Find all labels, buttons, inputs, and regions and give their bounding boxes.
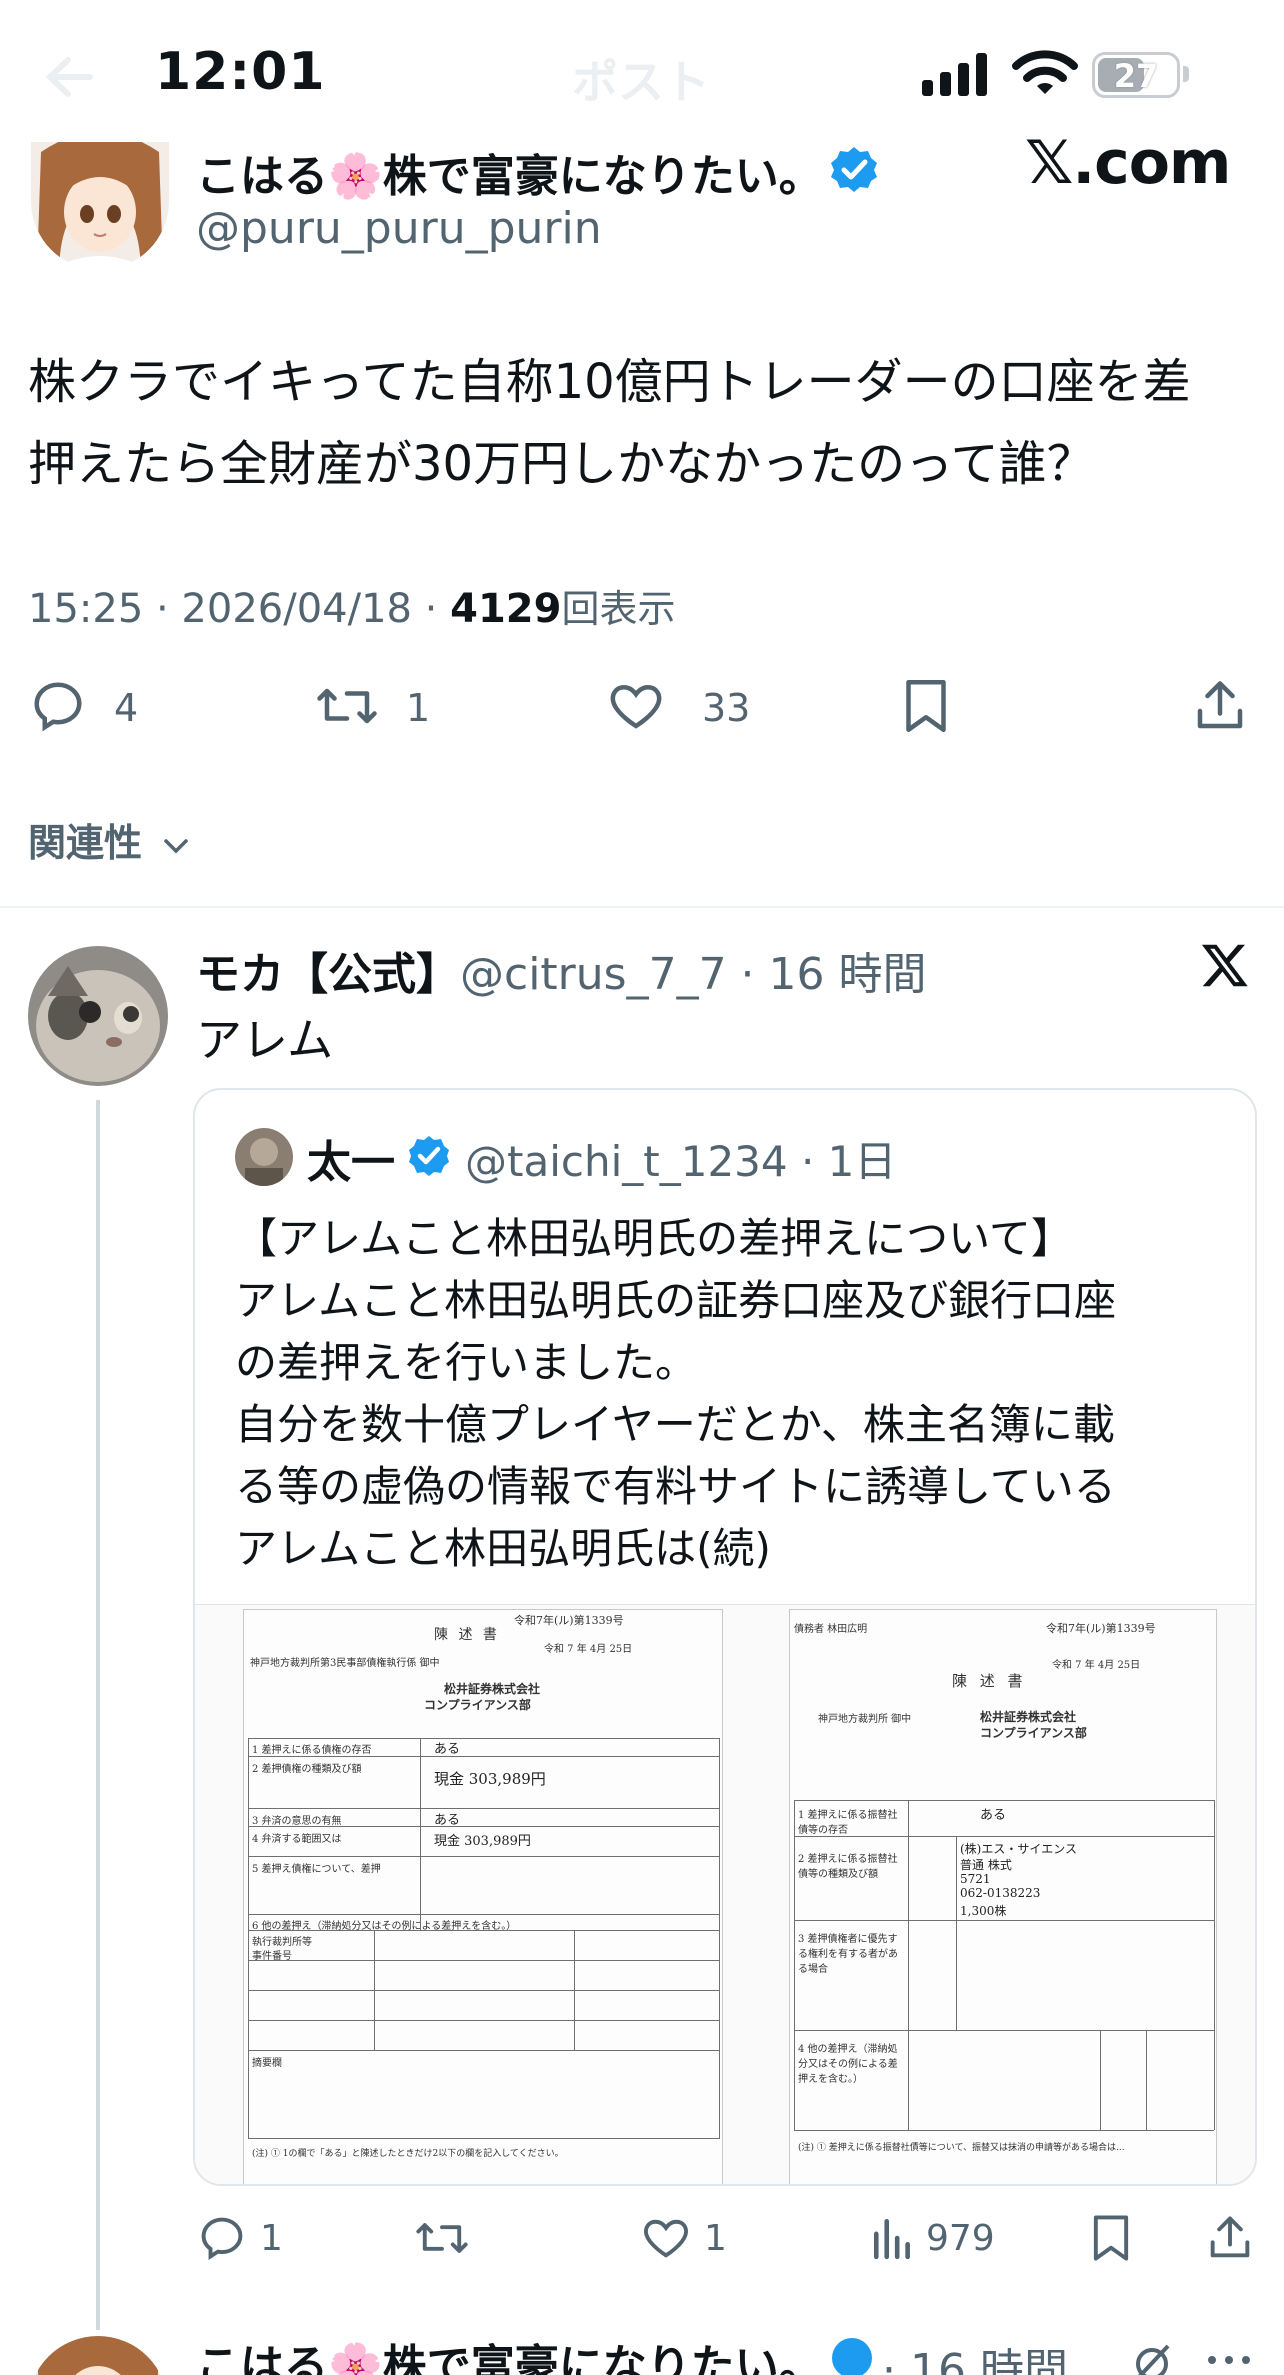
- next-post-time: · 16 時間: [882, 2345, 1068, 2375]
- author-avatar[interactable]: [31, 142, 169, 270]
- views-button[interactable]: 979: [870, 2212, 995, 2264]
- author-display-name[interactable]: こはる🌸株で富豪になりたい。: [196, 140, 823, 204]
- quoted-post-card[interactable]: 太一 @taichi_t_1234 · 1日 【アレムこと林田弘明氏の差押えにつ…: [193, 1088, 1257, 2186]
- grok-icon[interactable]: [1128, 2340, 1176, 2375]
- quote-author-avatar: [235, 1128, 293, 1186]
- signal-icon: [922, 53, 987, 96]
- wifi-icon: [1012, 50, 1078, 94]
- back-arrow-icon[interactable]: [40, 52, 100, 102]
- post-action-bar: 4 1 33: [28, 676, 1268, 740]
- reply-author-avatar[interactable]: [28, 946, 168, 1086]
- like-button[interactable]: 33: [604, 676, 750, 736]
- heart-icon: [610, 684, 662, 729]
- verified-badge-icon: [409, 1136, 449, 1176]
- quote-header: 太一: [307, 1126, 395, 1190]
- reply-count: 1: [260, 2218, 283, 2259]
- status-time: 12:01: [155, 42, 326, 102]
- sort-label: 関連性: [28, 821, 143, 865]
- like-count: 33: [702, 686, 751, 730]
- battery-indicator: 27: [1092, 52, 1180, 98]
- repost-icon: [317, 688, 377, 724]
- reply-display-name[interactable]: モカ【公式】: [196, 949, 460, 1000]
- next-post-header: こはる🌸株で富豪になりたい。: [196, 2330, 823, 2375]
- thread-line: [96, 1100, 100, 2330]
- reply-count: 4: [114, 686, 139, 730]
- heart-icon: [644, 2219, 688, 2258]
- view-label: 回表示: [561, 587, 676, 631]
- author-handle[interactable]: @puru_puru_purin: [196, 203, 602, 254]
- view-count: 979: [926, 2218, 995, 2259]
- next-post-avatar[interactable]: [28, 2336, 168, 2375]
- reply-text: アレム: [196, 1013, 334, 1067]
- post-meta: 15:25 · 2026/04/18 · 4129回表示: [28, 578, 675, 633]
- repost-count: 1: [406, 686, 431, 730]
- post-text: 株クラでイキってた自称10億円トレーダーの口座を差 押えたら全財産が30万円しか…: [28, 354, 1191, 492]
- bookmark-icon[interactable]: [898, 676, 954, 736]
- verified-badge-icon: [832, 2338, 872, 2375]
- repost-icon[interactable]: [414, 2212, 470, 2264]
- quote-handle-time: @taichi_t_1234 · 1日: [465, 1137, 897, 1186]
- share-icon[interactable]: [1190, 676, 1250, 736]
- reply-button[interactable]: 4: [28, 676, 138, 736]
- document-image-right[interactable]: 債務者 林田広明 令和7年(ル)第1339号 陳 述 書 令和 7 年 4月 2…: [789, 1609, 1217, 2184]
- quote-display-name: 太一: [307, 1137, 395, 1188]
- x-logo-icon: [1201, 944, 1248, 987]
- view-count: 4129: [450, 586, 562, 632]
- reply-button[interactable]: 1: [196, 2212, 283, 2264]
- like-button[interactable]: 1: [640, 2212, 727, 2264]
- quote-text: 【アレムこと林田弘明氏の差押えについて】 アレムこと林田弘明氏の証券口座及び銀行…: [235, 1214, 1117, 1573]
- document-image-left[interactable]: 令和7年(ル)第1339号 陳 述 書 令和 7 年 4月 25日 神戸地方裁判…: [243, 1609, 723, 2184]
- section-divider: [0, 906, 1284, 908]
- reply-action-bar: 1 1 979: [196, 2212, 1266, 2268]
- reply-handle-time[interactable]: @citrus_7_7 · 16 時間: [460, 949, 927, 1000]
- like-count: 1: [704, 2218, 727, 2259]
- next-post-display-name[interactable]: こはる🌸株で富豪になりたい。: [196, 2341, 823, 2375]
- quote-media[interactable]: 令和7年(ル)第1339号 陳 述 書 令和 7 年 4月 25日 神戸地方裁判…: [195, 1604, 1255, 2184]
- xcom-watermark: 𝕏.com: [1025, 128, 1231, 198]
- verified-badge-icon: [831, 147, 877, 192]
- page-title: ポスト: [572, 55, 710, 109]
- repost-button[interactable]: 1: [314, 676, 430, 736]
- sort-dropdown[interactable]: 関連性: [28, 812, 191, 867]
- reply-header: モカ【公式】@citrus_7_7 · 16 時間: [196, 938, 927, 1002]
- reply-icon: [201, 2217, 243, 2261]
- post-timestamp: 15:25 · 2026/04/18 ·: [28, 586, 451, 632]
- bookmark-icon[interactable]: [1086, 2212, 1136, 2264]
- reply-icon: [34, 682, 82, 732]
- chevron-down-icon: [164, 838, 188, 853]
- analytics-icon: [873, 2218, 910, 2260]
- more-options-icon[interactable]: [1204, 2350, 1254, 2370]
- share-icon[interactable]: [1204, 2212, 1256, 2264]
